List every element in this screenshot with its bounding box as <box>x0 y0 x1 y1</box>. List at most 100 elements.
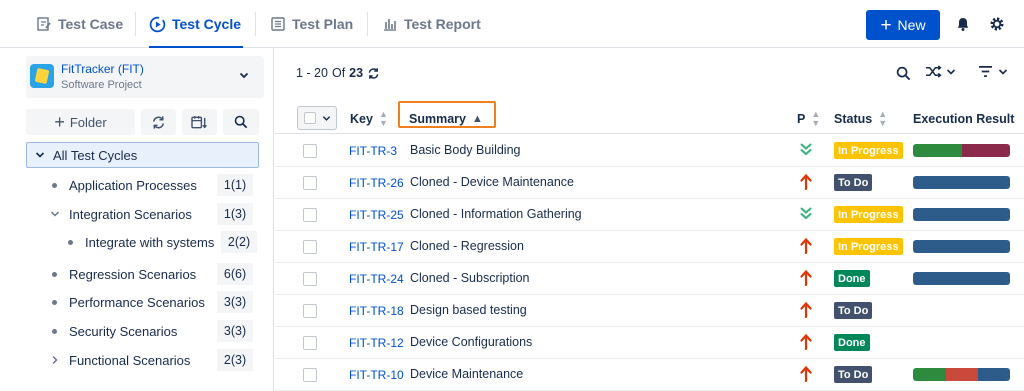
test-cycle-summary[interactable]: Device Maintenance <box>410 367 523 381</box>
select-all-checkbox[interactable] <box>304 112 316 124</box>
refresh-button[interactable] <box>141 109 176 135</box>
tree-item-functional-scenarios[interactable]: Functional Scenarios <box>50 349 190 371</box>
total-count: 23 <box>349 66 364 80</box>
row-checkbox[interactable] <box>303 176 317 190</box>
sort-icon: ▲ ▼ <box>811 109 821 128</box>
test-cycle-summary[interactable]: Design based testing <box>410 303 527 317</box>
priority-low-icon <box>800 143 812 156</box>
divider <box>255 12 256 36</box>
search-folder-button[interactable] <box>223 109 259 135</box>
tree-item-label: Functional Scenarios <box>69 352 191 368</box>
table-row[interactable]: FIT-TR-17 Cloned - Regression In Progress <box>275 231 1024 263</box>
priority-high-icon <box>800 237 812 255</box>
chevron-right-icon <box>52 355 58 365</box>
test-cycle-key-link[interactable]: FIT-TR-26 <box>349 176 404 190</box>
status-badge: To Do <box>834 366 873 383</box>
tree-item-count: 2(3) <box>217 349 253 371</box>
row-checkbox[interactable] <box>303 336 317 350</box>
table-row[interactable]: FIT-TR-25 Cloned - Information Gathering I… <box>275 199 1024 231</box>
priority-high-icon <box>800 365 812 383</box>
tab-test-plan[interactable]: Test Plan <box>270 0 353 48</box>
table-row[interactable]: FIT-TR-26 Cloned - Device Maintenance To D… <box>275 167 1024 199</box>
column-label: Key <box>350 112 373 126</box>
search-icon[interactable] <box>896 66 911 81</box>
bullet-icon <box>52 182 57 188</box>
tab-test-cycle[interactable]: Test Cycle <box>149 0 243 48</box>
column-header-status[interactable]: Status ▲ ▼ <box>834 104 887 134</box>
tree-item-label: Application Processes <box>69 177 197 193</box>
gear-icon[interactable] <box>987 14 1007 34</box>
page-of: Of <box>331 66 346 80</box>
chevron-down-icon <box>946 68 956 75</box>
test-cycle-key-link[interactable]: FIT-TR-12 <box>349 336 404 350</box>
test-cycle-summary[interactable]: Cloned - Subscription <box>410 271 530 285</box>
pagination-info: 1 - 20 Of 23 <box>296 66 380 80</box>
column-header-priority[interactable]: P ▲ ▼ <box>797 104 820 134</box>
test-cycle-key-link[interactable]: FIT-TR-3 <box>349 144 397 158</box>
test-cycle-key-link[interactable]: FIT-TR-24 <box>349 272 404 286</box>
notification-bell-icon[interactable] <box>953 14 973 34</box>
tree-item-security-scenarios[interactable]: Security Scenarios <box>52 320 177 342</box>
column-header-key[interactable]: Key ▲ ▼ <box>350 104 388 134</box>
status-badge: In Progress <box>834 206 903 223</box>
status-badge: To Do <box>834 302 873 319</box>
test-cycle-key-link[interactable]: FIT-TR-18 <box>349 304 404 318</box>
test-cycle-key-link[interactable]: FIT-TR-25 <box>349 208 404 222</box>
tree-item-integration-scenarios[interactable]: Integration Scenarios <box>50 203 192 225</box>
row-checkbox[interactable] <box>303 240 317 254</box>
tree-item-label: Regression Scenarios <box>69 266 197 282</box>
test-cycle-summary[interactable]: Cloned - Regression <box>410 239 524 253</box>
test-cycle-summary[interactable]: Cloned - Device Maintenance <box>410 175 574 189</box>
test-cycle-key-link[interactable]: FIT-TR-17 <box>349 240 404 254</box>
test-cycle-summary[interactable]: Device Configurations <box>410 335 532 349</box>
tab-test-case[interactable]: Test Case <box>36 0 123 48</box>
row-checkbox[interactable] <box>303 272 317 286</box>
add-folder-button[interactable]: + Folder <box>26 109 135 135</box>
table-row[interactable]: FIT-TR-10 Device Maintenance To Do <box>275 359 1024 391</box>
search-icon <box>234 115 248 129</box>
row-checkbox[interactable] <box>303 368 317 382</box>
row-checkbox[interactable] <box>303 304 317 318</box>
tab-label: Test Cycle <box>172 16 241 32</box>
tree-item-integrate-with-systems[interactable]: Integrate with systems <box>68 231 214 253</box>
table-row[interactable]: FIT-TR-12 Device Configurations Done <box>275 327 1024 359</box>
table-row[interactable]: FIT-TR-3 Basic Body Building In Progress <box>275 135 1024 167</box>
table-row[interactable]: FIT-TR-18 Design based testing To Do <box>275 295 1024 327</box>
execution-result-bar <box>913 272 1010 285</box>
refresh-icon[interactable] <box>367 67 380 80</box>
new-button[interactable]: + New <box>866 10 940 40</box>
tree-item-all-test-cycles[interactable]: All Test Cycles <box>26 142 259 168</box>
execution-segment <box>977 368 1010 381</box>
filter-menu[interactable] <box>978 65 1008 78</box>
execution-segment <box>961 144 1010 157</box>
row-checkbox[interactable] <box>303 208 317 222</box>
bulk-action-menu[interactable] <box>925 64 956 79</box>
folder-panel: FitTracker (FIT) Software Project + Fold… <box>0 48 274 391</box>
test-cycle-summary[interactable]: Cloned - Information Gathering <box>410 207 582 221</box>
project-selector[interactable]: FitTracker (FIT) Software Project <box>26 56 264 98</box>
row-checkbox[interactable] <box>303 144 317 158</box>
test-cycle-list: 1 - 20 Of 23 Key ▲ ▼ Summary ▲ P ▲ ▼ Statu <box>275 48 1024 391</box>
summary-highlight-box <box>398 101 496 128</box>
folder-label: Folder <box>69 114 107 130</box>
tree-item-label: Integration Scenarios <box>69 206 192 222</box>
status-badge: Done <box>834 334 870 351</box>
calendar-sort-button[interactable] <box>182 109 217 135</box>
tree-item-count: 1(1) <box>217 174 253 196</box>
chevron-down-icon <box>998 68 1008 75</box>
table-row[interactable]: FIT-TR-24 Cloned - Subscription Done <box>275 263 1024 295</box>
select-all-dropdown[interactable] <box>297 106 337 130</box>
divider <box>135 12 136 36</box>
shuffle-icon <box>926 65 942 78</box>
tab-test-report[interactable]: Test Report <box>382 0 481 48</box>
test-cycle-key-link[interactable]: FIT-TR-10 <box>349 368 404 382</box>
chevron-down-icon <box>239 72 249 79</box>
tree-item-application-processes[interactable]: Application Processes <box>52 174 197 196</box>
status-badge: In Progress <box>834 142 903 159</box>
column-label: Execution Result <box>913 112 1015 126</box>
column-header-execution-result[interactable]: Execution Result <box>913 104 1014 134</box>
tree-item-performance-scenarios[interactable]: Performance Scenarios <box>52 291 205 313</box>
execution-segment <box>913 208 1010 221</box>
tree-item-regression-scenarios[interactable]: Regression Scenarios <box>52 263 196 285</box>
test-cycle-summary[interactable]: Basic Body Building <box>410 143 520 157</box>
